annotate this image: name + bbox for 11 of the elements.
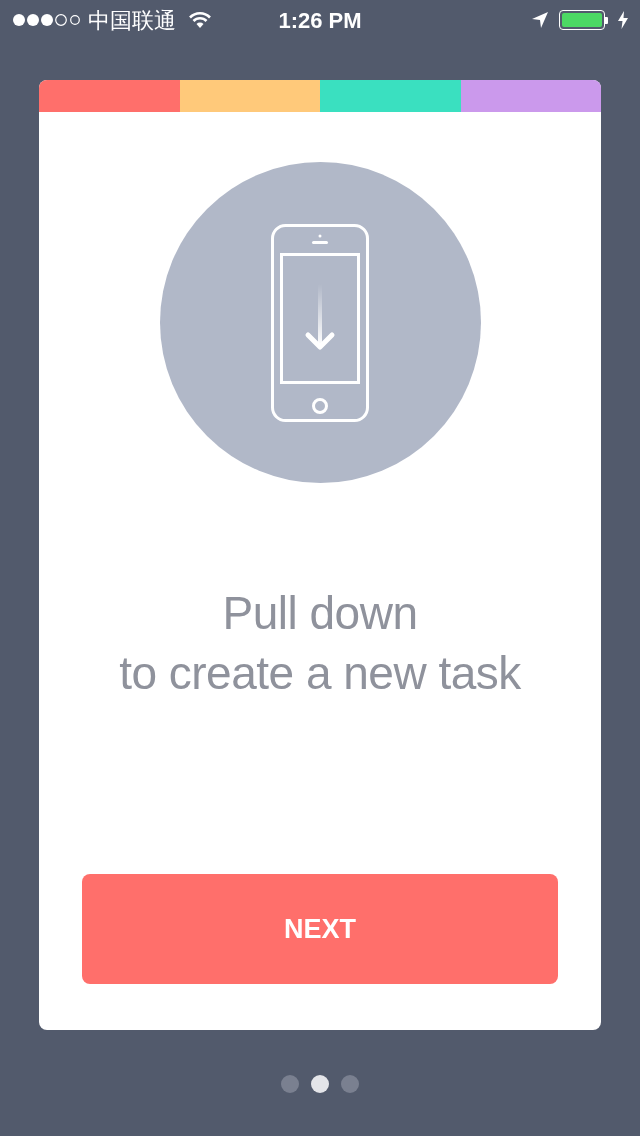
clock-time: 1:26 PM (278, 6, 362, 35)
carrier-name: 中国联通 (88, 6, 176, 35)
title-line: to create a new task (119, 646, 521, 701)
title-line: Pull down (222, 586, 418, 641)
signal-icon (12, 13, 80, 27)
location-arrow-icon (531, 11, 549, 29)
phone-pull-down-icon (271, 223, 369, 422)
battery-icon (559, 10, 608, 30)
next-button[interactable]: NEXT (82, 874, 558, 984)
wifi-icon (188, 11, 212, 29)
charging-bolt-icon (618, 11, 628, 29)
